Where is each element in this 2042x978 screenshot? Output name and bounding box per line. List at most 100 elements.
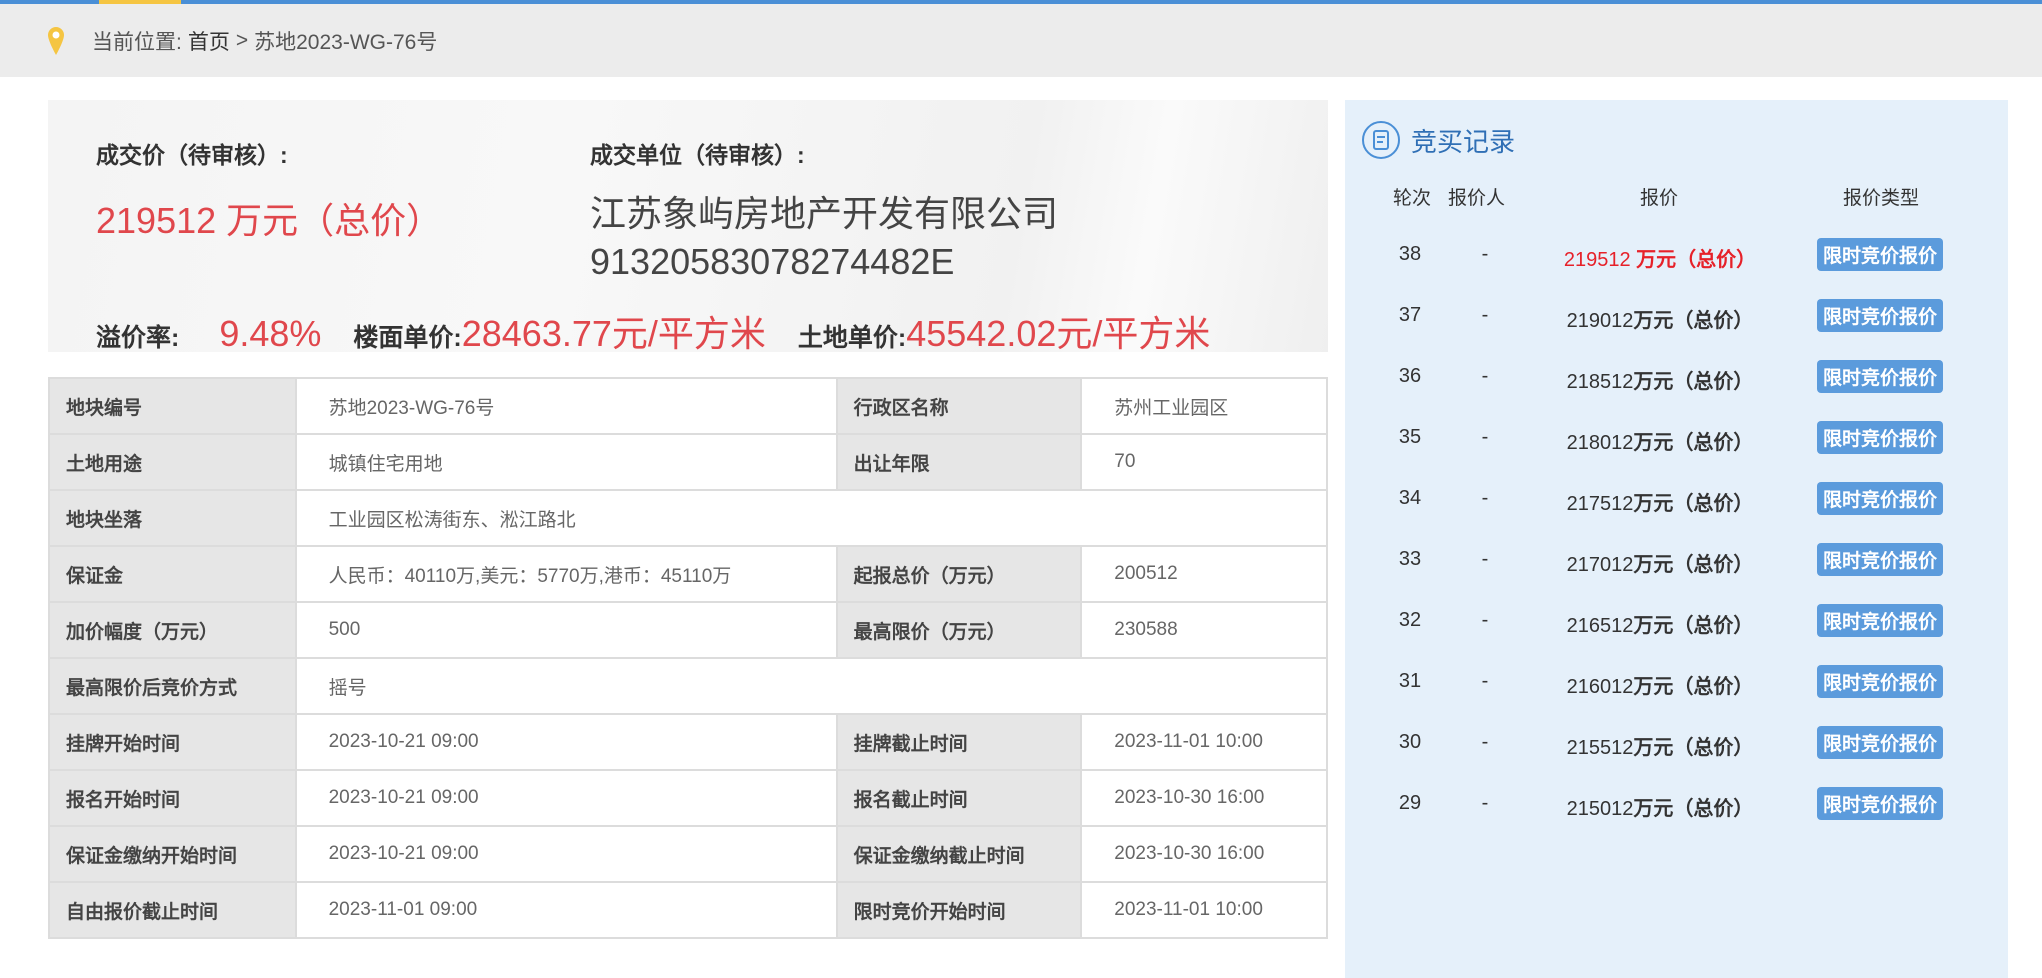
bid-amount-unit: 万元（总价） [1633, 432, 1754, 454]
winner-label: 成交单位（待审核）: [590, 142, 805, 168]
header-type: 报价类型 [1843, 188, 1920, 209]
bid-bidder: - [1481, 670, 1489, 692]
info-value: 苏地2023-WG-76号 [294, 377, 838, 435]
bid-row: 29 - 215012万元（总价） 限时竞价报价 [1345, 784, 2008, 824]
info-label: 加价幅度（万元） [48, 601, 297, 659]
bid-round: 31 [1398, 670, 1422, 692]
bid-amount-unit: 万元（总价） [1633, 798, 1754, 820]
info-label: 报名开始时间 [48, 769, 297, 827]
bid-type-badge: 限时竞价报价 [1817, 421, 1944, 454]
info-value: 2023-10-30 16:00 [1080, 825, 1328, 883]
bid-round: 38 [1398, 243, 1422, 265]
info-label: 行政区名称 [835, 377, 1083, 435]
winner-name: 江苏象屿房地产开发有限公司 [590, 193, 1059, 234]
info-value: 200512 [1080, 545, 1328, 603]
info-value: 2023-10-21 09:00 [294, 825, 838, 883]
bid-amount-unit: 万元（总价） [1633, 615, 1754, 637]
breadcrumb-prefix: 当前位置: [92, 30, 182, 54]
bid-amount-unit: 万元（总价） [1633, 310, 1754, 332]
bid-amount-unit: 万元（总价） [1633, 371, 1754, 393]
info-label: 挂牌开始时间 [48, 713, 297, 771]
bid-amount-number: 218012 [1566, 432, 1634, 454]
info-row: 地块坐落 工业园区松涛街东、淞江路北 [48, 489, 1329, 547]
header-round: 轮次 [1393, 188, 1432, 209]
info-row: 保证金缴纳开始时间 2023-10-21 09:00 保证金缴纳截止时间 2023-1… [48, 825, 1328, 883]
info-value: 人民币：40110万,美元：5770万,港币：45110万 [294, 545, 838, 603]
bid-amount-unit: 万元（总价） [1633, 493, 1754, 515]
bid-round: 30 [1398, 731, 1422, 753]
breadcrumb: 当前位置: 首页 > 苏地2023-WG-76号 [0, 4, 2042, 77]
location-pin-icon [48, 26, 64, 55]
bid-amount: 216012万元（总价） [1495, 670, 1825, 699]
bid-type-badge: 限时竞价报价 [1817, 665, 1944, 698]
price-label: 成交价（待审核）: [96, 142, 288, 168]
header-bidder: 报价人 [1448, 188, 1506, 209]
bid-record-title: 竞买记录 [1411, 126, 1516, 157]
info-value: 苏州工业园区 [1080, 377, 1328, 435]
info-label: 挂牌截止时间 [835, 713, 1083, 771]
bid-amount-unit: 万元（总价） [1633, 554, 1754, 576]
info-value: 70 [1080, 433, 1328, 491]
bid-amount: 219012万元（总价） [1495, 304, 1825, 333]
info-label: 保证金缴纳开始时间 [48, 825, 297, 883]
bid-row: 35 - 218012万元（总价） 限时竞价报价 [1345, 418, 2008, 458]
bid-round: 33 [1398, 548, 1422, 570]
bid-bidder: - [1481, 304, 1489, 326]
breadcrumb-separator: > [235, 28, 249, 52]
floor-price-label: 楼面单价: [353, 324, 462, 352]
bid-type-badge: 限时竞价报价 [1817, 787, 1944, 820]
bid-bidder: - [1481, 426, 1489, 448]
bid-row: 38 - 219512 万元（总价） 限时竞价报价 [1345, 235, 2008, 275]
bid-round: 36 [1398, 365, 1422, 387]
bid-amount: 215012万元（总价） [1495, 792, 1825, 821]
info-row: 自由报价截止时间 2023-11-01 09:00 限时竞价开始时间 2023-11-… [48, 881, 1328, 939]
info-label: 报名截止时间 [835, 769, 1083, 827]
bid-bidder: - [1481, 792, 1489, 814]
info-label: 出让年限 [835, 433, 1083, 491]
info-value: 工业园区松涛街东、淞江路北 [294, 489, 1329, 547]
bid-type-badge: 限时竞价报价 [1817, 299, 1944, 332]
land-info-table: 地块编号 苏地2023-WG-76号 行政区名称 苏州工业园区 土地用途 城镇住宅用地 出让… [48, 377, 1329, 939]
bid-type-badge: 限时竞价报价 [1817, 482, 1944, 515]
bid-amount-number: 217512 [1566, 493, 1634, 515]
bid-amount-number: 219512 [1563, 249, 1631, 271]
info-label: 保证金缴纳截止时间 [835, 825, 1083, 883]
bid-amount: 218012万元（总价） [1495, 426, 1825, 455]
bid-type-badge: 限时竞价报价 [1817, 238, 1944, 271]
info-value: 2023-10-21 09:00 [294, 713, 838, 771]
info-label: 土地用途 [48, 433, 297, 491]
premium-value: 9.48% [219, 313, 322, 354]
info-row: 土地用途 城镇住宅用地 出让年限 70 [48, 433, 1328, 491]
bid-round: 35 [1398, 426, 1422, 448]
bid-amount-number: 217012 [1566, 554, 1634, 576]
bid-row: 34 - 217512万元（总价） 限时竞价报价 [1345, 479, 2008, 519]
bid-type-badge: 限时竞价报价 [1817, 543, 1944, 576]
info-value: 城镇住宅用地 [294, 433, 838, 491]
bid-amount-number: 218512 [1566, 371, 1634, 393]
info-row: 挂牌开始时间 2023-10-21 09:00 挂牌截止时间 2023-11-01 1… [48, 713, 1328, 771]
bid-row: 32 - 216512万元（总价） 限时竞价报价 [1345, 601, 2008, 641]
bid-amount-number: 216512 [1566, 615, 1634, 637]
info-value: 2023-11-01 09:00 [294, 881, 838, 939]
info-label: 地块编号 [48, 377, 297, 435]
bid-row: 37 - 219012万元（总价） 限时竞价报价 [1345, 296, 2008, 336]
bid-amount: 215512万元（总价） [1495, 731, 1825, 760]
bid-bidder: - [1481, 731, 1489, 753]
info-value: 2023-10-21 09:00 [294, 769, 838, 827]
info-label: 地块坐落 [48, 489, 297, 547]
bid-type-badge: 限时竞价报价 [1817, 360, 1944, 393]
bid-row: 31 - 216012万元（总价） 限时竞价报价 [1345, 662, 2008, 702]
breadcrumb-home-link[interactable]: 首页 [188, 26, 230, 56]
info-row: 地块编号 苏地2023-WG-76号 行政区名称 苏州工业园区 [48, 377, 1328, 435]
bid-round: 29 [1398, 792, 1422, 814]
info-value: 2023-11-01 10:00 [1080, 713, 1328, 771]
bid-row: 36 - 218512万元（总价） 限时竞价报价 [1345, 357, 2008, 397]
bid-round: 37 [1398, 304, 1422, 326]
bid-bidder: - [1481, 609, 1489, 631]
bid-bidder: - [1481, 243, 1489, 265]
header-amount: 报价 [1640, 188, 1679, 209]
info-label: 自由报价截止时间 [48, 881, 297, 939]
bid-type-badge: 限时竞价报价 [1817, 604, 1944, 637]
bid-round: 34 [1398, 487, 1422, 509]
bid-round: 32 [1398, 609, 1422, 631]
